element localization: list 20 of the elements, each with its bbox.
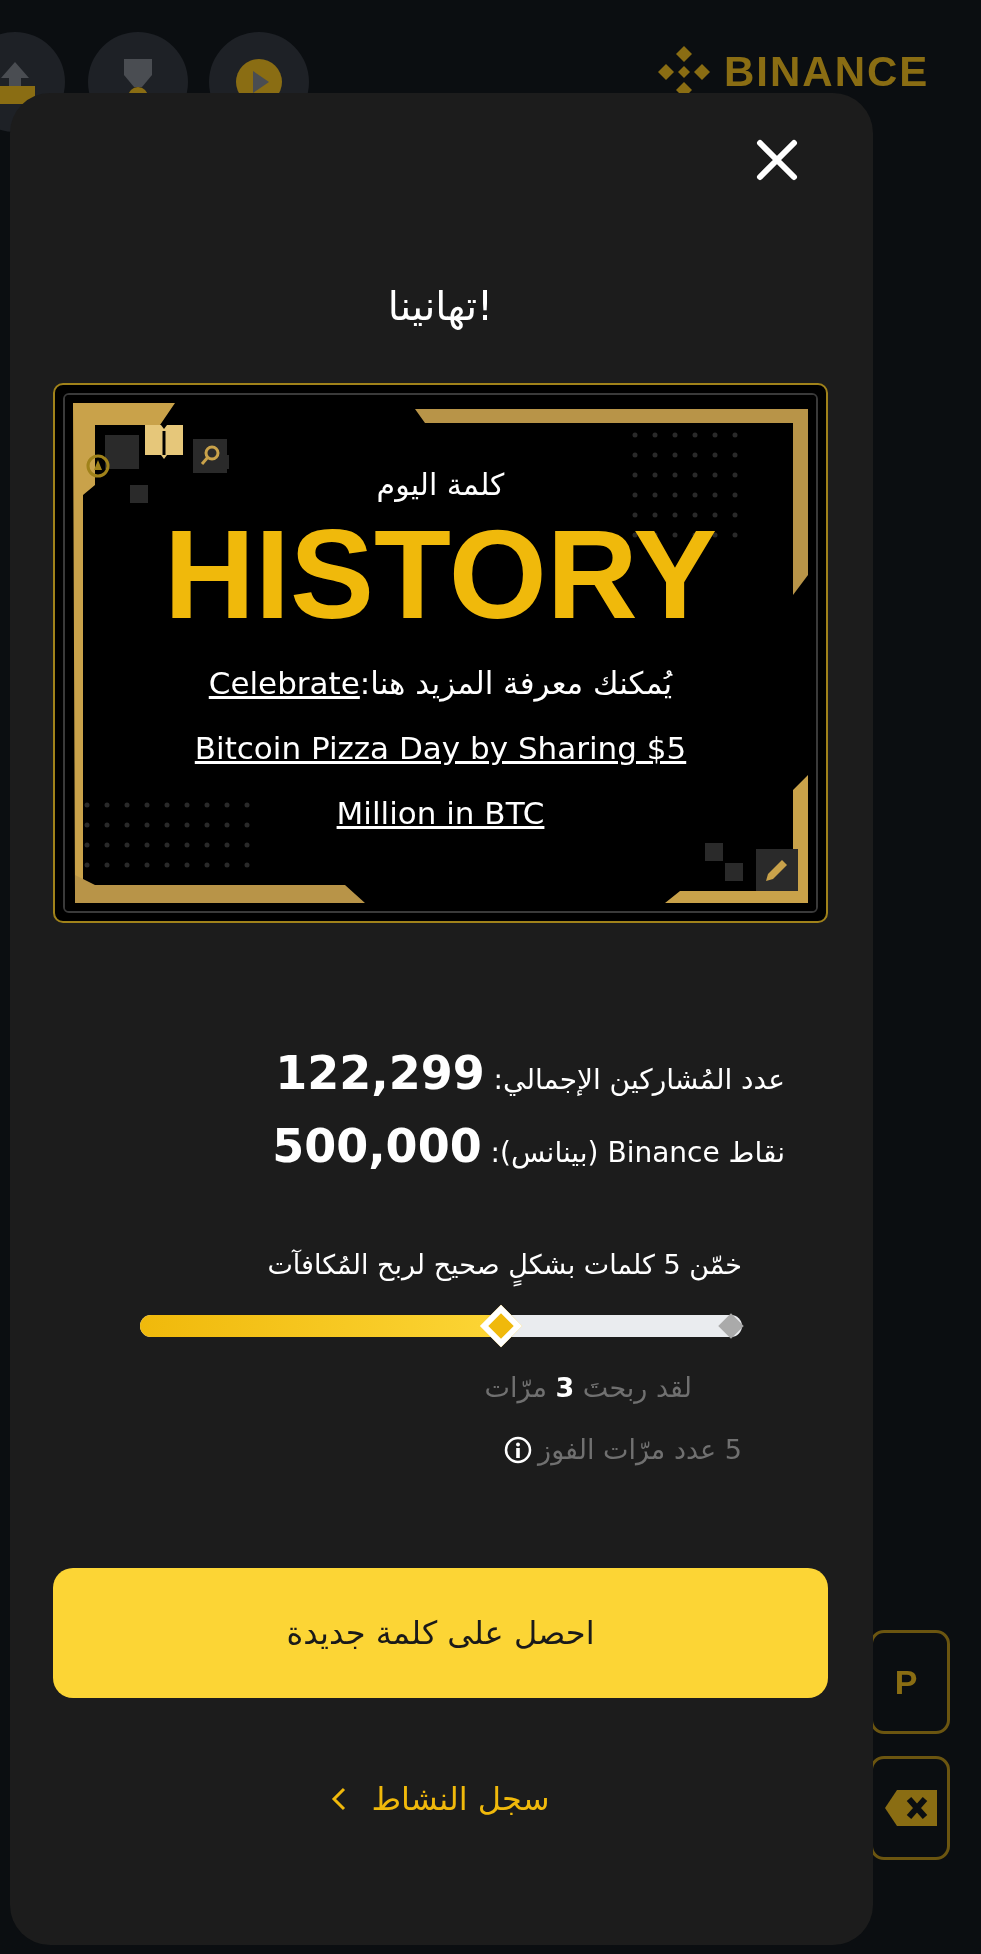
dialog-title: تهانينا! <box>386 282 495 331</box>
article-link[interactable]: Million in BTC <box>336 795 545 831</box>
pencil-icon <box>756 849 798 891</box>
search-icon <box>193 439 227 473</box>
brand-name: BINANCE <box>724 48 930 96</box>
book-icon <box>143 423 185 461</box>
info-icon[interactable] <box>504 1436 533 1464</box>
learn-more-label: يُمكنك معرفة المزيد هنا: <box>359 665 673 701</box>
word-of-the-day: HISTORY <box>163 509 718 641</box>
chevron-icon <box>331 1786 348 1812</box>
card-caption: كلمة اليوم <box>376 466 505 504</box>
backspace-icon <box>883 1788 939 1828</box>
progress-label: خمّن 5 كلمات بشكلٍ صحيح لربح المُكافآت <box>140 1245 742 1285</box>
close-icon[interactable] <box>756 139 798 181</box>
new-word-button[interactable]: احصل على كلمة جديدة <box>53 1568 828 1698</box>
total-wins-text: 5 عدد مرّات الفوز <box>538 1433 742 1468</box>
activity-history-link[interactable]: سجل النشاط <box>331 1774 550 1824</box>
refresh-icon <box>85 453 111 479</box>
article-link[interactable]: Bitcoin Pizza Day by Sharing $5 <box>194 730 687 766</box>
article-link[interactable]: Celebrate <box>208 665 360 701</box>
